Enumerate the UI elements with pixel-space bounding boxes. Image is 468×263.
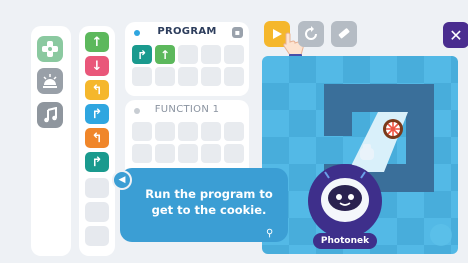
turn-left-command[interactable]: ↰ — [85, 80, 109, 100]
turn-right-teal-icon: ↱ — [91, 154, 103, 170]
cookie-icon — [383, 119, 403, 139]
command-panel: ↑ ↓ ↰ ↱ ↰ ↱ — [79, 26, 115, 256]
light-icon — [43, 74, 57, 88]
motion-category-button[interactable] — [37, 36, 63, 62]
program-slot[interactable] — [224, 45, 244, 64]
robot-name: Photonek — [320, 236, 370, 246]
sound-category-button[interactable] — [37, 102, 63, 128]
function-slot[interactable] — [224, 122, 244, 141]
hint-text: Run the program to get to the cookie. — [145, 187, 273, 217]
magnify-icon[interactable]: ⚲ — [266, 228, 276, 239]
robot-avatar — [308, 164, 382, 238]
music-note-icon — [44, 107, 57, 123]
turn-left-icon: ↰ — [91, 82, 103, 98]
close-icon: ✕ — [449, 25, 463, 45]
program-header: PROGRAM ▪ — [125, 26, 249, 40]
program-slot[interactable] — [224, 67, 244, 86]
arrow-up-icon: ↑ — [159, 47, 171, 62]
turn-left-orange-command[interactable]: ↰ — [85, 128, 109, 148]
function-slot[interactable] — [178, 144, 198, 163]
reset-button[interactable] — [298, 21, 324, 47]
program-slot[interactable]: ↱ — [132, 45, 152, 64]
speaker-button[interactable]: ◀ — [112, 170, 132, 190]
function-slot[interactable] — [155, 144, 175, 163]
function-slot[interactable] — [132, 144, 152, 163]
program-slot[interactable] — [155, 67, 175, 86]
turn-right-icon: ↱ — [136, 47, 148, 62]
function-slot[interactable] — [155, 122, 175, 141]
function-slot[interactable] — [178, 122, 198, 141]
arrow-up-icon: ↑ — [91, 34, 103, 50]
empty-command-slot — [85, 226, 109, 246]
turn-right-teal-command[interactable]: ↱ — [85, 152, 109, 172]
turn-right-command[interactable]: ↱ — [85, 104, 109, 124]
program-slot[interactable]: ↑ — [155, 45, 175, 64]
program-slot[interactable] — [178, 67, 198, 86]
eraser-button[interactable] — [331, 21, 357, 47]
robot-name-tag: Photonek — [313, 233, 377, 249]
function1-header: FUNCTION 1 — [125, 104, 249, 118]
arrow-down-icon: ↓ — [91, 58, 103, 74]
turn-left-orange-icon: ↰ — [91, 130, 103, 146]
program-slot[interactable] — [132, 67, 152, 86]
program-title: PROGRAM — [157, 26, 217, 37]
hint-bubble: Run the program to get to the cookie. — [120, 168, 288, 242]
eraser-icon — [338, 28, 350, 39]
close-button[interactable]: ✕ — [443, 22, 468, 48]
board-control-icon[interactable] — [430, 224, 452, 246]
arrow-down-command[interactable]: ↓ — [85, 56, 109, 76]
function-slot[interactable] — [224, 144, 244, 163]
lights-category-button[interactable] — [37, 68, 63, 94]
robot-face-icon — [321, 171, 369, 222]
function-slot[interactable] — [132, 122, 152, 141]
program-slot[interactable] — [201, 45, 221, 64]
program-panel: PROGRAM ▪ ↱ ↑ — [125, 22, 249, 96]
turn-right-icon: ↱ — [91, 106, 103, 122]
reset-icon — [305, 26, 317, 40]
empty-command-slot — [85, 178, 109, 198]
function-slot[interactable] — [201, 122, 221, 141]
gamepad-icon — [42, 41, 58, 57]
speaker-icon: ◀ — [118, 175, 126, 185]
empty-command-slot — [85, 202, 109, 222]
category-panel — [31, 26, 71, 256]
small-robot-icon — [360, 144, 374, 160]
arrow-up-command[interactable]: ↑ — [85, 32, 109, 52]
function1-grid — [132, 122, 244, 163]
function-slot[interactable] — [201, 144, 221, 163]
program-grid: ↱ ↑ — [132, 45, 244, 86]
program-slot[interactable] — [178, 45, 198, 64]
function1-title: FUNCTION 1 — [154, 104, 220, 115]
program-menu-icon[interactable]: ▪ — [232, 27, 243, 38]
program-slot[interactable] — [201, 67, 221, 86]
